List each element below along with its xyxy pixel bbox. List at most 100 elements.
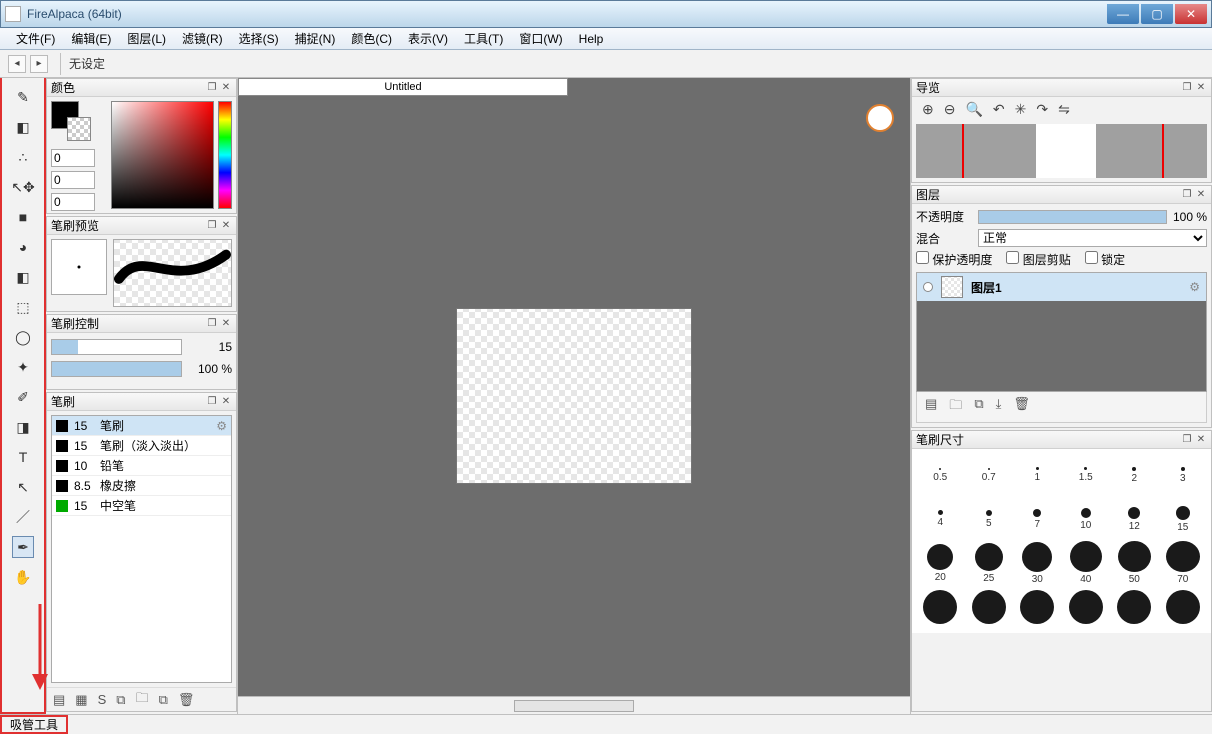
- layer-settings-icon[interactable]: ⚙: [1189, 280, 1200, 294]
- layer-visibility-toggle[interactable]: [923, 282, 933, 292]
- brush-size-cell[interactable]: [965, 585, 1014, 629]
- brush-add-script-button[interactable]: S: [98, 692, 107, 707]
- brush-size-cell[interactable]: 2: [1110, 453, 1159, 497]
- navigator-view[interactable]: [916, 124, 1207, 178]
- brush-size-cell[interactable]: [1110, 585, 1159, 629]
- brush-add-file-button[interactable]: ▦: [75, 692, 87, 708]
- select-eraser-tool[interactable]: ◨: [12, 416, 34, 438]
- brush-folder-button[interactable]: 🗀: [136, 689, 149, 711]
- panel-close-button[interactable]: ✕: [1195, 434, 1207, 446]
- panel-close-button[interactable]: ✕: [220, 396, 232, 408]
- zoom-in-icon[interactable]: ⊕: [922, 101, 934, 118]
- divide-tool[interactable]: ／: [12, 506, 34, 528]
- menu-snap[interactable]: 捕捉(N): [287, 30, 344, 47]
- layer-duplicate-button[interactable]: ⧉: [974, 396, 983, 418]
- hue-slider[interactable]: [218, 101, 232, 209]
- text-tool[interactable]: T: [12, 446, 34, 468]
- brush-add-button[interactable]: ▤: [53, 692, 65, 708]
- brush-size-cell[interactable]: 1.5: [1062, 453, 1111, 497]
- rotate-left-icon[interactable]: ↶: [993, 101, 1005, 118]
- brush-size-cell[interactable]: 25: [965, 541, 1014, 585]
- brush-tool[interactable]: ✎: [12, 86, 34, 108]
- menu-window[interactable]: 窗口(W): [511, 30, 570, 47]
- panel-close-button[interactable]: ✕: [220, 220, 232, 232]
- brush-list-item[interactable]: 15中空笔: [52, 496, 231, 516]
- select-pen-tool[interactable]: ✐: [12, 386, 34, 408]
- gradient-tool[interactable]: ◧: [12, 266, 34, 288]
- move-tool[interactable]: ↖✥: [12, 176, 34, 198]
- window-close-button[interactable]: ✕: [1175, 4, 1207, 24]
- layer-opacity-slider[interactable]: [978, 210, 1167, 224]
- layer-row[interactable]: 图层1 ⚙: [917, 273, 1206, 301]
- layer-folder-button[interactable]: 🗀: [949, 396, 962, 418]
- panel-close-button[interactable]: ✕: [1195, 189, 1207, 201]
- brush-size-cell[interactable]: 12: [1110, 497, 1159, 541]
- bucket-tool[interactable]: ◕: [12, 236, 34, 258]
- brush-size-cell[interactable]: 30: [1013, 541, 1062, 585]
- panel-close-button[interactable]: ✕: [220, 318, 232, 330]
- object-tool[interactable]: ↖: [12, 476, 34, 498]
- brush-size-cell[interactable]: 50: [1110, 541, 1159, 585]
- panel-float-button[interactable]: ❐: [1181, 189, 1193, 201]
- brush-save-button[interactable]: ⧉: [159, 692, 168, 708]
- background-color-swatch[interactable]: [67, 117, 91, 141]
- zoom-fit-icon[interactable]: 🔍: [965, 101, 982, 118]
- rotate-right-icon[interactable]: ↷: [1036, 101, 1048, 118]
- color-b-input[interactable]: [51, 193, 95, 211]
- brush-delete-button[interactable]: 🗑: [178, 692, 195, 708]
- layer-list[interactable]: 图层1 ⚙: [916, 272, 1207, 392]
- eraser-tool[interactable]: ◧: [12, 116, 34, 138]
- color-picker-field[interactable]: [111, 101, 214, 209]
- hand-tool[interactable]: ✋: [12, 566, 34, 588]
- select-rect-tool[interactable]: ⬚: [12, 296, 34, 318]
- layer-merge-button[interactable]: ⤓: [996, 396, 1002, 418]
- eyedropper-tool[interactable]: ✒: [12, 536, 34, 558]
- layer-delete-button[interactable]: 🗑: [1013, 396, 1030, 418]
- panel-float-button[interactable]: ❐: [206, 318, 218, 330]
- brush-size-cell[interactable]: 20: [916, 541, 965, 585]
- preset-next-button[interactable]: ▸: [30, 55, 48, 73]
- panel-float-button[interactable]: ❐: [206, 220, 218, 232]
- brush-size-cell[interactable]: 15: [1159, 497, 1208, 541]
- lock-checkbox[interactable]: 锁定: [1085, 251, 1125, 268]
- window-maximize-button[interactable]: ▢: [1141, 4, 1173, 24]
- brush-duplicate-button[interactable]: ⧉: [116, 692, 125, 708]
- panel-close-button[interactable]: ✕: [220, 82, 232, 94]
- menu-tool[interactable]: 工具(T): [456, 30, 511, 47]
- panel-float-button[interactable]: ❐: [1181, 82, 1193, 94]
- brush-size-cell[interactable]: 40: [1062, 541, 1111, 585]
- brush-size-cell[interactable]: [916, 585, 965, 629]
- menu-filter[interactable]: 滤镜(R): [174, 30, 231, 47]
- rotate-reset-icon[interactable]: ✳: [1015, 101, 1027, 118]
- menu-view[interactable]: 表示(V): [400, 30, 456, 47]
- flip-icon[interactable]: ⇋: [1058, 101, 1070, 118]
- panel-close-button[interactable]: ✕: [1195, 82, 1207, 94]
- brush-opacity-slider[interactable]: [51, 361, 182, 377]
- gear-icon[interactable]: ⚙: [216, 419, 227, 433]
- color-g-input[interactable]: [51, 171, 95, 189]
- clipping-checkbox[interactable]: 图层剪贴: [1006, 251, 1070, 268]
- zoom-out-icon[interactable]: ⊖: [944, 101, 956, 118]
- panel-float-button[interactable]: ❐: [1181, 434, 1193, 446]
- brush-size-cell[interactable]: [1159, 585, 1208, 629]
- panel-float-button[interactable]: ❐: [206, 82, 218, 94]
- magic-wand-tool[interactable]: ✦: [12, 356, 34, 378]
- menu-edit[interactable]: 编辑(E): [63, 30, 119, 47]
- select-lasso-tool[interactable]: ◯: [12, 326, 34, 348]
- brush-size-cell[interactable]: 7: [1013, 497, 1062, 541]
- brush-size-cell[interactable]: 4: [916, 497, 965, 541]
- canvas[interactable]: [456, 308, 692, 484]
- dot-tool[interactable]: ∴: [12, 146, 34, 168]
- brush-list-item[interactable]: 15笔刷（淡入淡出）: [52, 436, 231, 456]
- viewport[interactable]: [238, 96, 910, 696]
- brush-size-cell[interactable]: 5: [965, 497, 1014, 541]
- brush-size-cell[interactable]: 10: [1062, 497, 1111, 541]
- brush-size-cell[interactable]: 0.5: [916, 453, 965, 497]
- mascot-icon[interactable]: [866, 104, 894, 132]
- menu-select[interactable]: 选择(S): [231, 30, 287, 47]
- brush-size-cell[interactable]: [1013, 585, 1062, 629]
- document-tab[interactable]: Untitled: [238, 78, 568, 96]
- brush-list-item[interactable]: 10铅笔: [52, 456, 231, 476]
- layer-new-button[interactable]: ▤: [925, 396, 937, 418]
- panel-float-button[interactable]: ❐: [206, 396, 218, 408]
